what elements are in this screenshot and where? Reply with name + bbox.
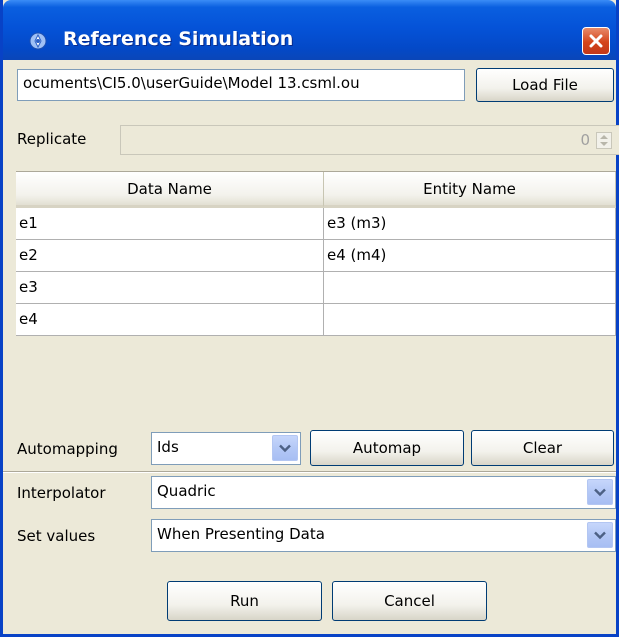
data-name-cell[interactable]: e2 — [16, 240, 324, 272]
run-button[interactable]: Run — [167, 581, 322, 621]
replicate-spinner-field[interactable]: 0 — [120, 125, 619, 155]
table-row[interactable]: e1 e3 (m3) — [16, 208, 616, 240]
automapping-selected-value: Ids — [157, 438, 179, 456]
load-file-button[interactable]: Load File — [476, 68, 614, 102]
entity-name-cell[interactable] — [324, 304, 616, 336]
mapping-table: Data Name Entity Name e1 e3 (m3) e2 e4 (… — [16, 171, 616, 472]
replicate-label: Replicate — [17, 130, 87, 148]
interpolator-select[interactable]: Quadric — [151, 476, 616, 509]
title-bar[interactable]: Reference Simulation — [3, 0, 616, 60]
data-name-cell[interactable]: e3 — [16, 272, 324, 304]
replicate-value: 0 — [580, 131, 590, 149]
reference-simulation-dialog: Reference Simulation ocuments\CI5.0\user… — [0, 0, 619, 637]
close-button[interactable] — [582, 27, 610, 55]
table-row[interactable]: e4 — [16, 304, 616, 336]
chevron-down-icon — [594, 488, 606, 497]
set-values-select[interactable]: When Presenting Data — [151, 519, 616, 552]
interpolator-dropdown-button[interactable] — [587, 479, 613, 505]
clear-button[interactable]: Clear — [471, 430, 614, 466]
set-values-label: Set values — [17, 527, 96, 545]
spinner-arrows-icon[interactable] — [596, 132, 612, 149]
entity-name-cell[interactable]: e4 (m4) — [324, 240, 616, 272]
table-row[interactable]: e3 — [16, 272, 616, 304]
set-values-dropdown-button[interactable] — [587, 522, 613, 548]
set-values-selected-value: When Presenting Data — [157, 525, 325, 543]
automapping-select[interactable]: Ids — [151, 432, 301, 465]
column-header-data-name[interactable]: Data Name — [16, 172, 324, 208]
interpolator-label: Interpolator — [17, 484, 106, 502]
file-path-field[interactable]: ocuments\CI5.0\userGuide\Model 13.csml.o… — [17, 69, 465, 101]
entity-name-cell[interactable] — [324, 272, 616, 304]
entity-name-cell[interactable]: e3 (m3) — [324, 208, 616, 240]
close-icon — [589, 34, 603, 48]
data-name-cell[interactable]: e1 — [16, 208, 324, 240]
automapping-label: Automapping — [17, 440, 118, 458]
window-title: Reference Simulation — [63, 28, 294, 50]
section-divider — [3, 472, 616, 473]
data-name-cell[interactable]: e4 — [16, 304, 324, 336]
column-header-entity-name[interactable]: Entity Name — [324, 172, 616, 208]
app-icon — [29, 32, 47, 50]
chevron-down-icon — [594, 531, 606, 540]
automapping-dropdown-button[interactable] — [272, 435, 298, 461]
automap-button[interactable]: Automap — [310, 430, 464, 466]
cancel-button[interactable]: Cancel — [332, 581, 487, 621]
chevron-down-icon — [279, 444, 291, 453]
dialog-body: ocuments\CI5.0\userGuide\Model 13.csml.o… — [3, 60, 619, 634]
interpolator-selected-value: Quadric — [157, 482, 216, 500]
table-row[interactable]: e2 e4 (m4) — [16, 240, 616, 272]
